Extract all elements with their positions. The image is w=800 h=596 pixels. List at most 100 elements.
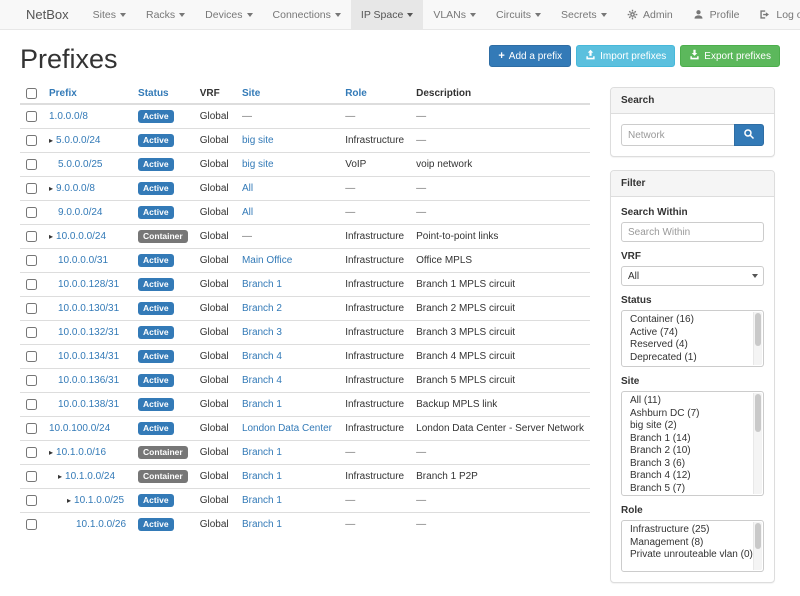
site-option[interactable]: Branch 1 (14) [622,433,751,446]
role-multiselect[interactable]: Infrastructure (25)Management (8)Private… [621,520,764,572]
role-option[interactable]: Management (8) [622,537,751,550]
nav-item-ip-space[interactable]: IP Space [351,0,423,29]
nav-item-log-out[interactable]: Log out [749,0,800,29]
column-header-status[interactable]: Status [132,84,194,104]
scrollbar[interactable] [753,522,762,570]
prefix-link[interactable]: 10.0.100.0/24 [49,423,110,434]
status-multiselect[interactable]: Container (16)Active (74)Reserved (4)Dep… [621,310,764,367]
site-option[interactable]: Ashburn DC (7) [622,408,751,421]
status-option[interactable]: Container (16) [622,314,751,327]
prefix-link[interactable]: 10.0.0.136/31 [58,375,119,386]
site-option[interactable]: Branch 3 (6) [622,458,751,471]
nav-item-circuits[interactable]: Circuits [486,0,551,29]
site-option[interactable]: COLO-1-24 (3) [622,495,751,496]
prefix-link[interactable]: 10.1.0.0/24 [65,471,115,482]
site-link[interactable]: Branch 1 [242,471,282,482]
status-cell: Active [132,345,194,369]
role-option[interactable]: Private unrouteable vlan (0) [622,549,751,562]
site-link[interactable]: Branch 4 [242,375,282,386]
select-all-checkbox[interactable] [26,88,37,99]
prefix-link[interactable]: 10.0.0.132/31 [58,327,119,338]
status-option[interactable]: Deprecated (1) [622,352,751,365]
column-header-role[interactable]: Role [339,84,410,104]
row-checkbox[interactable] [26,303,37,314]
scrollbar[interactable] [753,312,762,365]
row-checkbox[interactable] [26,255,37,266]
nav-item-connections[interactable]: Connections [263,0,351,29]
scrollbar-thumb[interactable] [755,394,761,432]
site-option[interactable]: Branch 5 (7) [622,483,751,496]
row-checkbox[interactable] [26,111,37,122]
site-link[interactable]: All [242,207,253,218]
row-checkbox[interactable] [26,519,37,530]
role-option[interactable]: Infrastructure (25) [622,524,751,537]
site-link[interactable]: Branch 2 [242,303,282,314]
nav-item-sites[interactable]: Sites [83,0,136,29]
site-link[interactable]: Branch 3 [242,327,282,338]
prefix-link[interactable]: 1.0.0.0/8 [49,111,88,122]
vrf-select[interactable]: All [621,266,764,286]
prefix-link[interactable]: 9.0.0.0/8 [56,183,95,194]
nav-item-secrets[interactable]: Secrets [551,0,617,29]
site-multiselect[interactable]: All (11)Ashburn DC (7)big site (2)Branch… [621,391,764,496]
status-option[interactable]: Active (74) [622,327,751,340]
row-checkbox[interactable] [26,135,37,146]
row-checkbox[interactable] [26,207,37,218]
site-link[interactable]: All [242,183,253,194]
scrollbar-thumb[interactable] [755,313,761,346]
row-checkbox[interactable] [26,231,37,242]
site-option[interactable]: Branch 4 (12) [622,470,751,483]
prefix-link[interactable]: 10.0.0.134/31 [58,351,119,362]
status-badge: Active [138,422,174,435]
prefix-link[interactable]: 10.0.0.138/31 [58,399,119,410]
site-link[interactable]: Main Office [242,255,292,266]
row-checkbox[interactable] [26,447,37,458]
prefix-link[interactable]: 10.0.0.0/31 [58,255,108,266]
search-within-input[interactable] [621,222,764,242]
scrollbar-thumb[interactable] [755,523,761,549]
site-link[interactable]: Branch 1 [242,399,282,410]
site-link[interactable]: big site [242,135,274,146]
row-checkbox[interactable] [26,159,37,170]
prefix-link[interactable]: 10.0.0.128/31 [58,279,119,290]
row-checkbox[interactable] [26,423,37,434]
column-header-prefix[interactable]: Prefix [43,84,132,104]
prefix-link[interactable]: 5.0.0.0/25 [58,159,102,170]
column-header-site[interactable]: Site [236,84,339,104]
row-checkbox[interactable] [26,399,37,410]
nav-item-vlans[interactable]: VLANs [423,0,486,29]
row-checkbox[interactable] [26,495,37,506]
scrollbar[interactable] [753,393,762,494]
row-checkbox[interactable] [26,375,37,386]
search-input[interactable] [621,124,734,146]
row-checkbox[interactable] [26,471,37,482]
row-checkbox[interactable] [26,183,37,194]
search-button[interactable] [734,124,764,146]
site-link[interactable]: Branch 1 [242,447,282,458]
prefix-link[interactable]: 10.1.0.0/26 [76,519,126,530]
site-link[interactable]: big site [242,159,274,170]
prefix-link[interactable]: 5.0.0.0/24 [56,135,100,146]
site-link[interactable]: Branch 1 [242,279,282,290]
site-link[interactable]: Branch 4 [242,351,282,362]
nav-item-profile[interactable]: Profile [683,0,750,29]
status-option[interactable]: Reserved (4) [622,339,751,352]
nav-item-devices[interactable]: Devices [195,0,262,29]
prefix-link[interactable]: 10.1.0.0/25 [74,495,124,506]
site-link[interactable]: Branch 1 [242,495,282,506]
prefix-link[interactable]: 10.0.0.0/24 [56,231,106,242]
prefix-link[interactable]: 9.0.0.0/24 [58,207,102,218]
site-link[interactable]: London Data Center [242,423,332,434]
row-checkbox[interactable] [26,351,37,362]
prefix-link[interactable]: 10.0.0.130/31 [58,303,119,314]
row-checkbox[interactable] [26,327,37,338]
nav-item-racks[interactable]: Racks [136,0,195,29]
site-option[interactable]: big site (2) [622,420,751,433]
site-link[interactable]: Branch 1 [242,519,282,530]
site-option[interactable]: All (11) [622,395,751,408]
prefix-link[interactable]: 10.1.0.0/16 [56,447,106,458]
app-brand[interactable]: NetBox [0,0,83,29]
row-checkbox[interactable] [26,279,37,290]
site-option[interactable]: Branch 2 (10) [622,445,751,458]
nav-item-admin[interactable]: Admin [617,0,683,29]
